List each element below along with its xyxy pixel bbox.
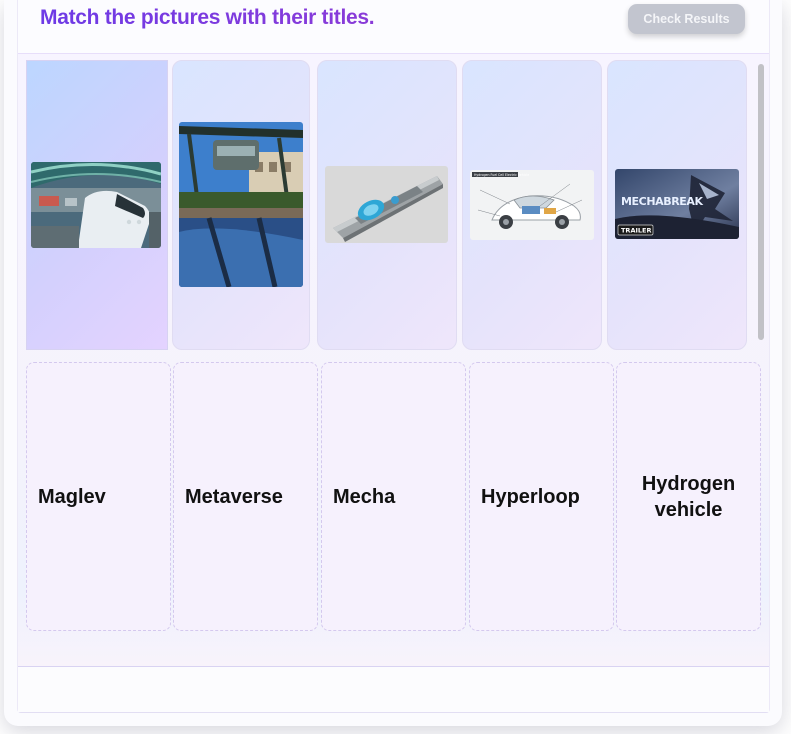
page-title: Match the pictures with their titles.: [40, 6, 375, 29]
card-footer: [18, 667, 769, 712]
scrollbar-thumb[interactable]: [758, 64, 764, 340]
image-strip[interactable]: Hydrogen Fuel Cell Electric Vehicle MECH…: [26, 60, 758, 350]
image-card-hyperloop[interactable]: [317, 60, 457, 350]
title-label: Maglev: [38, 485, 106, 508]
title-label: Hyperloop: [481, 485, 580, 508]
matching-quiz-card: Match the pictures with their titles. Ch…: [17, 0, 770, 713]
quiz-body: Hydrogen Fuel Cell Electric Vehicle MECH…: [18, 54, 769, 667]
poster-logo-text: MECHABREAK: [621, 195, 704, 208]
image-card-maglev[interactable]: [26, 60, 168, 350]
dropzone-hydrogen-vehicle[interactable]: Hydrogen vehicle: [616, 362, 761, 631]
diagram-caption: Hydrogen Fuel Cell Electric Vehicle: [474, 173, 529, 177]
trailer-badge: TRAILER: [621, 227, 651, 235]
hyperloop-tube-render: [325, 166, 448, 243]
title-label: Hydrogen vehicle: [641, 472, 736, 521]
image-strip-scrollbar[interactable]: [756, 60, 766, 350]
suspended-monorail-photo: [179, 122, 303, 287]
title-label: Metaverse: [185, 485, 283, 508]
image-card-monorail[interactable]: [172, 60, 310, 350]
dropzone-mecha[interactable]: Mecha: [321, 362, 466, 631]
check-results-button[interactable]: Check Results: [628, 4, 745, 34]
dropzone-maglev[interactable]: Maglev: [26, 362, 171, 631]
hydrogen-car-diagram: Hydrogen Fuel Cell Electric Vehicle: [470, 170, 594, 240]
quiz-header: Match the pictures with their titles. Ch…: [18, 0, 769, 54]
maglev-train-photo: [31, 162, 161, 248]
title-label: Mecha: [333, 485, 396, 508]
title-dropzones: Maglev Metaverse Mecha Hyperloop Hydroge…: [26, 362, 766, 632]
dropzone-metaverse[interactable]: Metaverse: [173, 362, 318, 631]
dropzone-hyperloop[interactable]: Hyperloop: [469, 362, 614, 631]
image-card-mecha[interactable]: MECHABREAK TRAILER: [607, 60, 747, 350]
image-card-hydrogen-car[interactable]: Hydrogen Fuel Cell Electric Vehicle: [462, 60, 602, 350]
mecha-game-poster: MECHABREAK TRAILER: [615, 169, 739, 239]
